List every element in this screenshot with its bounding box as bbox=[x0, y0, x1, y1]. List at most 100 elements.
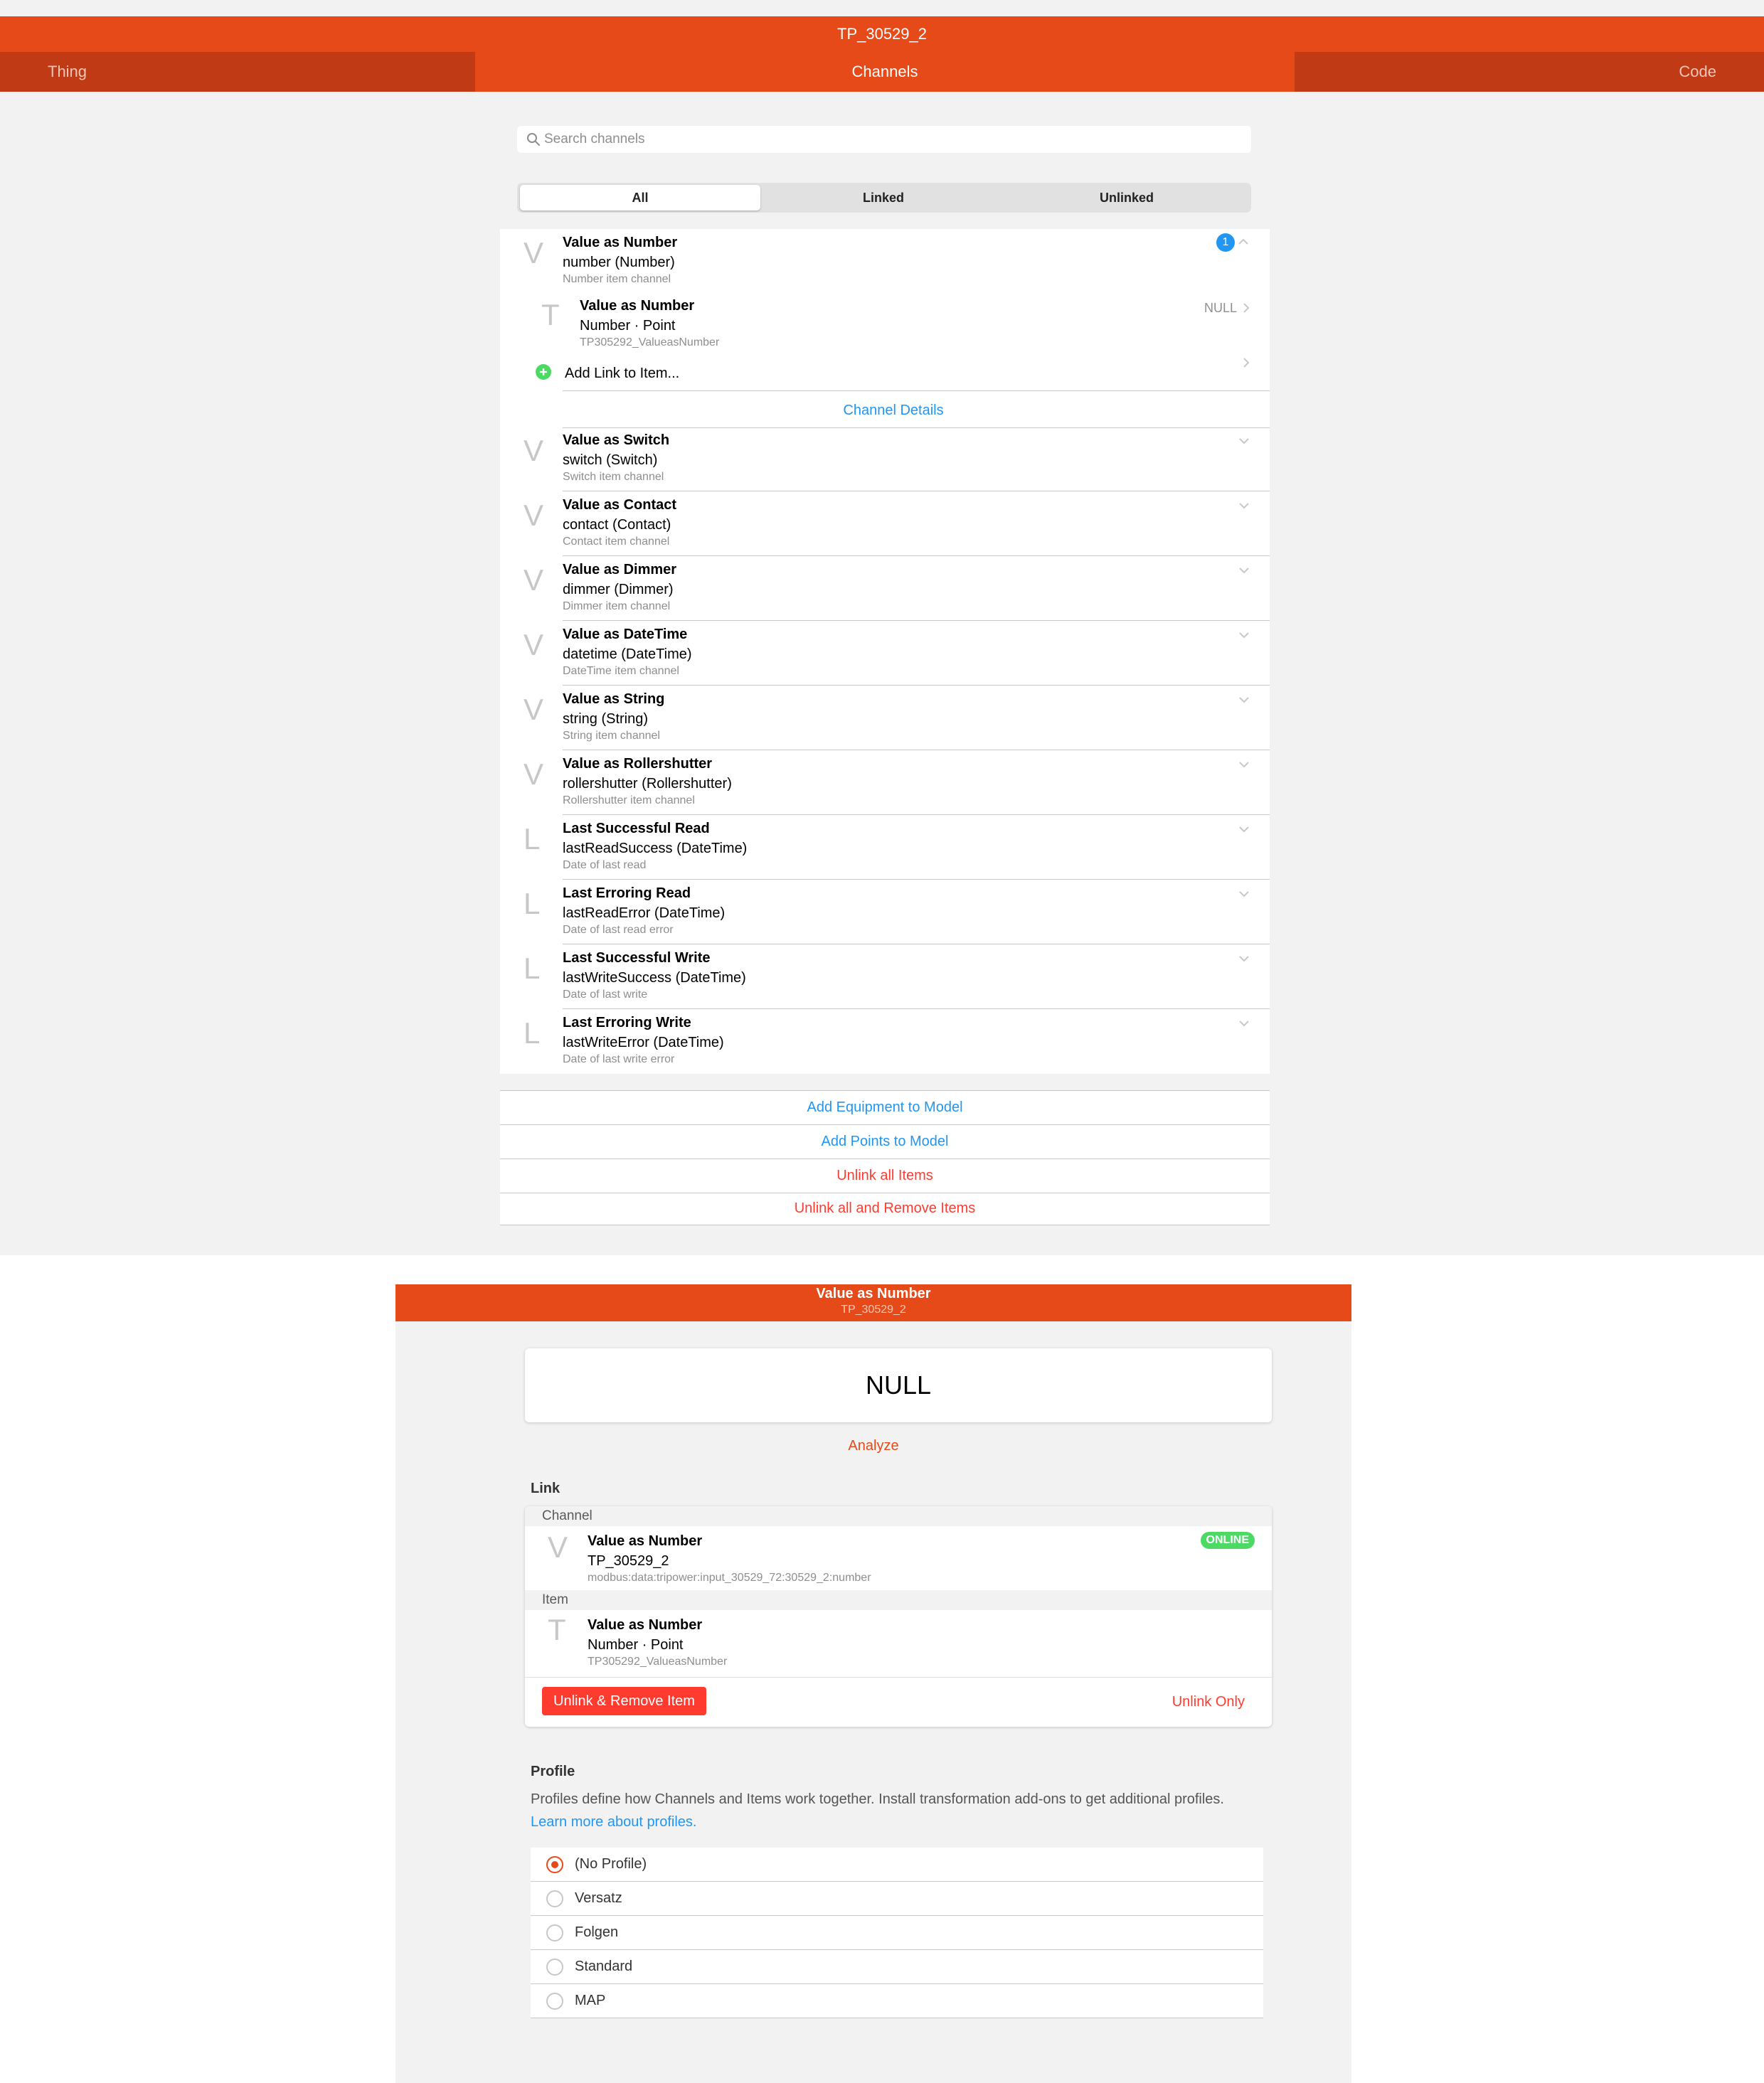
radio-selected-icon[interactable] bbox=[546, 1856, 563, 1873]
tab-code[interactable]: Code bbox=[1295, 52, 1764, 92]
unlink-all-button[interactable]: Unlink all Items bbox=[500, 1158, 1270, 1193]
chevron-down-icon bbox=[1239, 503, 1249, 509]
filter-all[interactable]: All bbox=[520, 185, 760, 211]
profile-option-no-profile[interactable]: (No Profile) bbox=[531, 1848, 1263, 1882]
search-bar bbox=[517, 126, 1251, 153]
channel-row[interactable]: L Last Successful Write lastWriteSuccess… bbox=[500, 944, 1270, 1009]
channel-description: DateTime item channel bbox=[563, 665, 679, 677]
add-points-button[interactable]: Add Points to Model bbox=[500, 1124, 1270, 1158]
filter-unlinked[interactable]: Unlinked bbox=[1006, 185, 1247, 211]
channel-icon-letter: V bbox=[524, 563, 544, 597]
channel-row[interactable]: V Value as Switch switch (Switch) Switch… bbox=[500, 427, 1270, 491]
channel-icon-letter: V bbox=[548, 1530, 568, 1564]
item-state-value: NULL bbox=[865, 1370, 932, 1400]
channel-icon-letter: V bbox=[524, 236, 544, 270]
channel-description: Date of last read bbox=[563, 859, 647, 871]
channel-icon-letter: V bbox=[524, 628, 544, 661]
channel-type: lastWriteSuccess (DateTime) bbox=[563, 970, 746, 986]
channel-row[interactable]: L Last Successful Read lastReadSuccess (… bbox=[500, 815, 1270, 880]
radio-icon[interactable] bbox=[546, 1993, 563, 2010]
profile-option-map[interactable]: MAP bbox=[531, 1984, 1263, 2018]
channel-title: Last Erroring Read bbox=[563, 885, 691, 901]
link-section-heading: Link bbox=[531, 1481, 560, 1496]
channel-type: number (Number) bbox=[563, 255, 675, 270]
profile-option-label: (No Profile) bbox=[575, 1856, 647, 1872]
unlink-only-button[interactable]: Unlink Only bbox=[1172, 1694, 1245, 1710]
tab-bar: Thing Channels Code bbox=[0, 52, 1764, 92]
channel-row[interactable]: L Last Erroring Read lastReadError (Date… bbox=[500, 880, 1270, 944]
item-type: Number · Point bbox=[580, 318, 676, 334]
channel-description: Dimmer item channel bbox=[563, 600, 671, 612]
item-icon-letter: T bbox=[541, 298, 560, 331]
row-divider bbox=[563, 390, 1270, 391]
channel-icon-letter: L bbox=[524, 952, 541, 985]
channel-type: datetime (DateTime) bbox=[563, 646, 692, 662]
channel-row[interactable]: V Value as Contact contact (Contact) Con… bbox=[500, 491, 1270, 556]
profile-option-versatz[interactable]: Versatz bbox=[531, 1882, 1263, 1916]
radio-icon[interactable] bbox=[546, 1959, 563, 1976]
channel-title: Value as Number bbox=[563, 235, 678, 250]
channel-row[interactable]: V Value as String string (String) String… bbox=[500, 686, 1270, 750]
radio-icon[interactable] bbox=[546, 1890, 563, 1907]
channel-details-link[interactable]: Channel Details bbox=[500, 398, 1287, 422]
model-actions-list: Add Equipment to Model Add Points to Mod… bbox=[500, 1090, 1270, 1225]
page-subtitle: TP_30529_2 bbox=[841, 1304, 906, 1316]
channel-row-expanded[interactable]: V Value as Number number (Number) Number… bbox=[500, 229, 1270, 294]
channel-title: Value as String bbox=[563, 691, 665, 707]
search-input[interactable] bbox=[544, 126, 1241, 153]
channel-title: Value as Number bbox=[588, 1533, 703, 1549]
unlink-remove-all-button[interactable]: Unlink all and Remove Items bbox=[500, 1191, 1270, 1225]
profile-option-folgen[interactable]: Folgen bbox=[531, 1916, 1263, 1950]
item-group-label: Item bbox=[525, 1590, 1272, 1610]
channel-group-label: Channel bbox=[525, 1506, 1272, 1526]
profile-option-label: Standard bbox=[575, 1959, 633, 1974]
profile-section-heading: Profile bbox=[531, 1764, 575, 1779]
chevron-down-icon bbox=[1239, 826, 1249, 833]
add-equipment-button[interactable]: Add Equipment to Model bbox=[500, 1090, 1270, 1124]
unlink-remove-item-button[interactable]: Unlink & Remove Item bbox=[542, 1687, 706, 1715]
chevron-down-icon bbox=[1239, 956, 1249, 962]
channel-icon-letter: V bbox=[524, 757, 544, 791]
add-link-row[interactable]: Add Link to Item... bbox=[500, 356, 1270, 391]
tab-thing[interactable]: Thing bbox=[0, 52, 475, 92]
channel-icon-letter: L bbox=[524, 887, 541, 920]
channel-row[interactable]: L Last Erroring Write lastWriteError (Da… bbox=[500, 1009, 1270, 1074]
chevron-up-icon[interactable] bbox=[1236, 235, 1250, 249]
radio-icon[interactable] bbox=[546, 1924, 563, 1941]
channel-description: Switch item channel bbox=[563, 471, 664, 483]
profile-radio-list: (No Profile) Versatz Folgen Standard MAP bbox=[531, 1848, 1263, 2018]
learn-more-profiles-link[interactable]: Learn more about profiles. bbox=[531, 1814, 696, 1830]
channel-description: Date of last write bbox=[563, 989, 648, 1001]
chevron-right-icon bbox=[1243, 358, 1250, 368]
channel-description: Date of last read error bbox=[563, 924, 674, 936]
chevron-right-icon bbox=[1243, 303, 1250, 313]
filter-linked[interactable]: Linked bbox=[763, 185, 1004, 211]
channel-type: rollershutter (Rollershutter) bbox=[563, 776, 732, 792]
channel-description: Rollershutter item channel bbox=[563, 794, 695, 806]
channel-type: lastWriteError (DateTime) bbox=[563, 1035, 724, 1050]
chevron-down-icon bbox=[1239, 891, 1249, 897]
state-card: NULL bbox=[525, 1348, 1272, 1422]
channel-thing: TP_30529_2 bbox=[588, 1553, 669, 1569]
channel-icon-letter: V bbox=[524, 499, 544, 532]
channel-row[interactable]: V Value as Dimmer dimmer (Dimmer) Dimmer… bbox=[500, 556, 1270, 621]
analyze-link[interactable]: Analyze bbox=[395, 1438, 1351, 1454]
linked-item-row[interactable]: T Value as Number Number · Point TP30529… bbox=[500, 294, 1270, 359]
add-link-label: Add Link to Item... bbox=[565, 366, 680, 381]
channel-icon-letter: L bbox=[524, 822, 541, 856]
search-icon bbox=[527, 133, 540, 146]
profile-option-standard[interactable]: Standard bbox=[531, 1950, 1263, 1984]
channel-description: Number item channel bbox=[563, 273, 671, 285]
chevron-down-icon bbox=[1239, 438, 1249, 444]
chevron-down-icon bbox=[1239, 632, 1249, 639]
channel-row[interactable]: V Value as Rollershutter rollershutter (… bbox=[500, 750, 1270, 815]
channel-row[interactable]: V Value as DateTime datetime (DateTime) … bbox=[500, 621, 1270, 686]
page-title: TP_30529_2 bbox=[837, 25, 927, 43]
tab-channels[interactable]: Channels bbox=[475, 52, 1295, 92]
channel-description: Date of last write error bbox=[563, 1053, 675, 1065]
channel-icon-letter: L bbox=[524, 1016, 541, 1050]
profile-option-label: MAP bbox=[575, 1993, 606, 2008]
channel-title: Last Erroring Write bbox=[563, 1015, 691, 1030]
chevron-down-icon bbox=[1239, 697, 1249, 703]
profile-option-label: Versatz bbox=[575, 1890, 622, 1906]
